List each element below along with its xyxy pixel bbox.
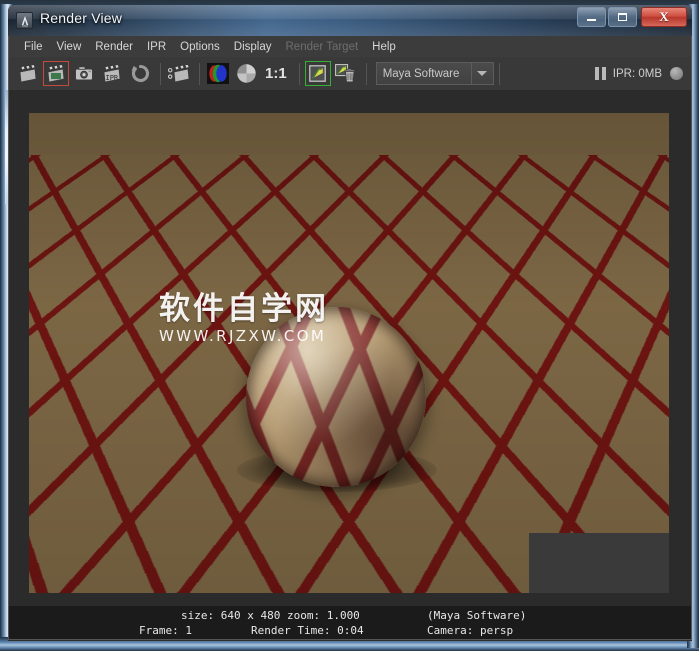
menu-render-target: Render Target (285, 40, 359, 53)
rgb-channel-icon[interactable] (205, 61, 231, 86)
render-view-window: Render View X File View Render IPR Optio… (8, 5, 692, 641)
status-camera: Camera: persp (427, 624, 514, 637)
render-current-frame-icon[interactable] (43, 61, 69, 86)
window-title: Render View (40, 10, 123, 26)
menu-options[interactable]: Options (173, 39, 227, 55)
glass-sphere (246, 307, 426, 487)
minimize-button[interactable] (577, 7, 606, 27)
renderer-dropdown[interactable]: Maya Software (375, 62, 494, 85)
keep-image-icon[interactable] (333, 61, 359, 86)
maximize-icon (618, 13, 627, 21)
toolbar-separator-4 (365, 62, 367, 85)
display-real-size-icon[interactable] (304, 61, 331, 86)
menu-bar: File View Render IPR Options Display Ren… (8, 36, 692, 57)
status-engine: (Maya Software) (427, 609, 527, 622)
svg-text:IPR: IPR (106, 74, 119, 82)
status-size: size: 640 x 480 zoom: 1.000 (181, 609, 360, 622)
ipr-render-icon[interactable]: IPR (99, 61, 125, 86)
maximize-button[interactable] (608, 7, 637, 27)
status-frame: Frame: 1 (139, 624, 192, 637)
minimize-icon (587, 19, 596, 21)
refresh-ipr-image-icon[interactable] (127, 61, 153, 86)
sphere-rim (246, 307, 426, 487)
title-bar[interactable]: Render View X (8, 5, 692, 36)
toolbar-separator-1 (160, 62, 161, 85)
menu-render[interactable]: Render (88, 39, 140, 55)
menu-display[interactable]: Display (227, 39, 279, 55)
render-region-snapshot-icon[interactable] (71, 61, 97, 86)
menu-file[interactable]: File (17, 39, 50, 55)
toolbar-separator-3 (298, 62, 300, 85)
toolbar: IPR 1:1 Maya Software IPR: 0MB (8, 57, 692, 90)
render-overlay-panel (529, 533, 669, 593)
menu-help[interactable]: Help (365, 39, 403, 55)
renderer-dropdown-value: Maya Software (382, 67, 460, 80)
ipr-memory-label: IPR: 0MB (612, 67, 662, 80)
toolbar-separator-2 (199, 62, 200, 85)
close-icon: X (659, 9, 669, 24)
ipr-tune-region-icon[interactable] (166, 61, 192, 86)
render-canvas-area[interactable]: 软件自学网 WWW.RJZXW.COM (8, 90, 692, 606)
status-render-time: Render Time: 0:04 (251, 624, 364, 637)
redo-previous-render-icon[interactable] (15, 61, 41, 86)
maya-app-icon (16, 12, 33, 29)
rendered-image[interactable]: 软件自学网 WWW.RJZXW.COM (29, 113, 669, 593)
pause-icon[interactable] (594, 67, 606, 80)
menu-ipr[interactable]: IPR (140, 39, 173, 55)
alpha-channel-icon[interactable] (233, 61, 259, 86)
display-ratio-label: 1:1 (265, 65, 287, 82)
toolbar-separator-5 (498, 62, 500, 85)
render-status-dot (670, 67, 683, 80)
status-bar: size: 640 x 480 zoom: 1.000 (Maya Softwa… (8, 606, 692, 640)
toolbar-right-group: IPR: 0MB (594, 57, 683, 90)
close-button[interactable]: X (641, 7, 687, 27)
menu-view[interactable]: View (50, 39, 89, 55)
chevron-down-icon[interactable] (470, 63, 493, 84)
